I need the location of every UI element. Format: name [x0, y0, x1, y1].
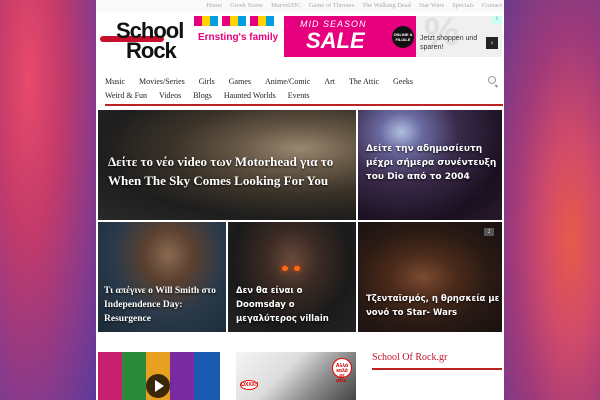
nav-music[interactable]: Music: [105, 77, 125, 86]
play-icon[interactable]: [146, 374, 170, 398]
ad-brand: Ernsting's family: [198, 32, 279, 43]
top-menu-marvel-dc[interactable]: Marvel/DC: [271, 0, 301, 12]
nav-art[interactable]: Art: [324, 77, 335, 86]
article-title[interactable]: Τζενταϊσμός, η θρησκεία με νονό το Star-…: [366, 292, 500, 320]
comment-count-badge: 2: [484, 228, 494, 236]
nav-the-attic[interactable]: The Attic: [349, 77, 379, 86]
ad-brand-panel: Ernsting's family: [188, 16, 284, 57]
advertisement-banner[interactable]: Ernsting's family MID SEASON SALE ONLINE…: [188, 16, 502, 57]
nav-geeks[interactable]: Geeks: [393, 77, 413, 86]
monster-eyes: [282, 266, 300, 272]
speech-bubble: Αλλά καλά ρε φίλε;: [332, 358, 352, 384]
nav-anime-comic[interactable]: Anime/Comic: [265, 77, 310, 86]
search-icon[interactable]: [488, 76, 496, 84]
ad-cta-panel: % Jetzt shoppen und sparen! ›: [416, 16, 502, 57]
logo-line2: Rock: [126, 38, 177, 63]
top-menu: Home Greek Scene Marvel/DC Game of Thron…: [96, 0, 504, 12]
chevron-right-icon[interactable]: ›: [486, 37, 498, 49]
nav-girls[interactable]: Girls: [199, 77, 215, 86]
article-star-wars[interactable]: 2 Τζενταϊσμός, η θρησκεία με νονό το Sta…: [358, 222, 502, 332]
article-doomsday[interactable]: Δεν θα είναι ο Doomsday ο μεγαλύτερος vi…: [228, 222, 356, 332]
top-menu-star-wars[interactable]: Star Wars: [419, 0, 444, 12]
nav-events[interactable]: Events: [288, 91, 310, 100]
bottom-section: ΩΧΧΧ!! Αλλά καλά ρε φίλε; School Of Rock…: [96, 352, 504, 400]
main-nav-row1: Music Movies/Series Girls Games Anime/Co…: [105, 74, 495, 88]
ad-badge: ONLINE & FILIALE: [392, 26, 414, 48]
nav-games[interactable]: Games: [229, 77, 251, 86]
speech-bubble: ΩΧΧΧ!!: [240, 380, 259, 390]
article-title[interactable]: Δείτε την αδημοσίευτη μέχρι σήμερα συνέν…: [366, 142, 500, 184]
top-menu-specials[interactable]: Specials: [452, 0, 474, 12]
main-nav-row2: Weird & Fun Videos Blogs Haunted Worlds …: [105, 88, 495, 102]
background-right: [504, 0, 600, 400]
header: School Rock Ernsting's family MID SEASON…: [96, 12, 504, 63]
top-menu-game-of-thrones[interactable]: Game of Thrones: [309, 0, 354, 12]
nav-videos[interactable]: Videos: [159, 91, 181, 100]
article-title[interactable]: Δεν θα είναι ο Doomsday ο μεγαλύτερος vi…: [236, 284, 352, 326]
background-left: [0, 0, 96, 400]
video-thumbnail[interactable]: [98, 352, 220, 400]
article-title[interactable]: Δείτε το νέο video των Motorhead για το …: [108, 152, 348, 190]
article-will-smith[interactable]: Τι απέγινε ο Will Smith στο Independence…: [98, 222, 226, 332]
comic-thumbnail[interactable]: ΩΧΧΧ!! Αλλά καλά ρε φίλε;: [236, 352, 356, 400]
ad-stripes: [194, 16, 278, 26]
article-dio[interactable]: Δείτε την αδημοσίευτη μέχρι σήμερα συνέν…: [358, 110, 502, 220]
sidebar-title: School Of Rock.gr: [372, 352, 448, 363]
top-menu-contact[interactable]: Contact: [482, 0, 502, 12]
main-nav: Music Movies/Series Girls Games Anime/Co…: [96, 74, 504, 102]
site-logo[interactable]: School Rock: [100, 18, 184, 63]
article-title[interactable]: Τι απέγινε ο Will Smith στο Independence…: [104, 284, 222, 326]
nav-divider: [105, 104, 503, 106]
nav-haunted-worlds[interactable]: Haunted Worlds: [224, 91, 276, 100]
top-menu-home[interactable]: Home: [206, 0, 222, 12]
top-menu-walking-dead[interactable]: The Walking Dead: [362, 0, 411, 12]
page-container: Home Greek Scene Marvel/DC Game of Thron…: [96, 0, 504, 400]
top-menu-greek-scene[interactable]: Greek Scene: [230, 0, 263, 12]
article-motorhead[interactable]: Δείτε το νέο video των Motorhead για το …: [98, 110, 356, 220]
ad-sale-panel: MID SEASON SALE ONLINE & FILIALE: [284, 16, 416, 57]
info-icon[interactable]: i: [492, 16, 502, 24]
nav-blogs[interactable]: Blogs: [193, 91, 212, 100]
sidebar-divider: [372, 368, 502, 370]
nav-weird-fun[interactable]: Weird & Fun: [105, 91, 147, 100]
ad-sale-text: SALE: [306, 28, 365, 53]
nav-movies-series[interactable]: Movies/Series: [139, 77, 185, 86]
